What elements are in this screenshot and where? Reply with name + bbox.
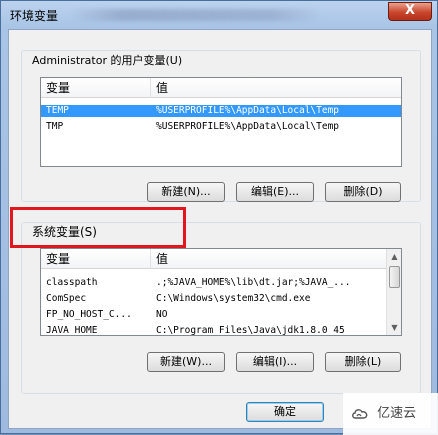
scroll-up-icon[interactable]: ▲ (387, 249, 401, 264)
system-variable-row-java-home[interactable]: JAVA_HOME C:\Program Files\Java\jdk1.8.0… (41, 325, 388, 336)
variable-value: C:\Program Files\Java\jdk1.8.0_45 (156, 325, 345, 336)
variable-name: TEMP (46, 105, 69, 116)
user-new-button[interactable]: 新建(N)... (147, 182, 225, 202)
user-variables-list[interactable]: 变量 值 TEMP %USERPROFILE%\AppData\Local\Te… (40, 77, 402, 167)
user-variable-row-temp[interactable]: TEMP %USERPROFILE%\AppData\Local\Temp (41, 105, 401, 117)
environment-variables-dialog: 环境变量 X Administrator 的用户变量(U) 变量 值 TEMP … (0, 0, 438, 435)
system-variable-row-comspec[interactable]: ComSpec C:\Windows\system32\cmd.exe (41, 293, 388, 305)
column-header-variable[interactable]: 变量 (41, 249, 151, 269)
watermark: 亿速云 (343, 393, 438, 435)
variable-value: %USERPROFILE%\AppData\Local\Temp (156, 121, 340, 132)
scroll-thumb[interactable] (389, 266, 400, 288)
user-variables-title: Administrator 的用户变量(U) (29, 52, 186, 68)
system-delete-button[interactable]: 删除(L) (325, 352, 401, 372)
variable-value: C:\Windows\system32\cmd.exe (156, 293, 311, 304)
user-variable-row-tmp[interactable]: TMP %USERPROFILE%\AppData\Local\Temp (41, 121, 401, 133)
cloud-logo-icon (352, 408, 368, 419)
variable-name: FP_NO_HOST_C... (46, 309, 132, 320)
variable-value: NO (156, 309, 168, 320)
system-variables-list[interactable]: 变量 值 classpath .;%JAVA_HOME%\lib\dt.jar;… (40, 248, 402, 336)
close-icon: X (404, 3, 416, 18)
system-variables-scrollbar[interactable]: ▲ ▼ (386, 249, 401, 335)
variable-name: classpath (46, 277, 98, 288)
close-button[interactable]: X (388, 2, 432, 21)
system-variables-header: 变量 值 (41, 249, 388, 269)
user-variables-header: 变量 值 (41, 78, 401, 98)
system-variable-row-classpath[interactable]: classpath .;%JAVA_HOME%\lib\dt.jar;%JAVA… (41, 277, 388, 289)
title-bar-blur (71, 9, 321, 21)
variable-value: %USERPROFILE%\AppData\Local\Temp (156, 105, 340, 116)
scroll-down-icon[interactable]: ▼ (387, 320, 401, 335)
system-edit-button[interactable]: 编辑(I)... (236, 352, 314, 372)
watermark-text: 亿速云 (377, 406, 417, 421)
user-delete-button[interactable]: 删除(D) (325, 182, 401, 202)
ok-button[interactable]: 确定 (246, 402, 324, 422)
variable-value: .;%JAVA_HOME%\lib\dt.jar;%JAVA_... (156, 277, 351, 288)
system-variables-highlight-box (10, 207, 186, 248)
variable-name: TMP (46, 121, 64, 132)
user-edit-button[interactable]: 编辑(E)... (236, 182, 314, 202)
variable-name: ComSpec (46, 293, 87, 304)
system-new-button[interactable]: 新建(W)... (147, 352, 225, 372)
variable-name: JAVA_HOME (46, 325, 98, 336)
column-header-value[interactable]: 值 (151, 249, 388, 269)
column-header-variable[interactable]: 变量 (41, 78, 151, 98)
title-bar[interactable]: 环境变量 X (1, 1, 437, 29)
window-title: 环境变量 (10, 9, 59, 23)
system-variable-row-fp-no-host[interactable]: FP_NO_HOST_C... NO (41, 309, 388, 321)
column-header-value[interactable]: 值 (151, 78, 401, 98)
